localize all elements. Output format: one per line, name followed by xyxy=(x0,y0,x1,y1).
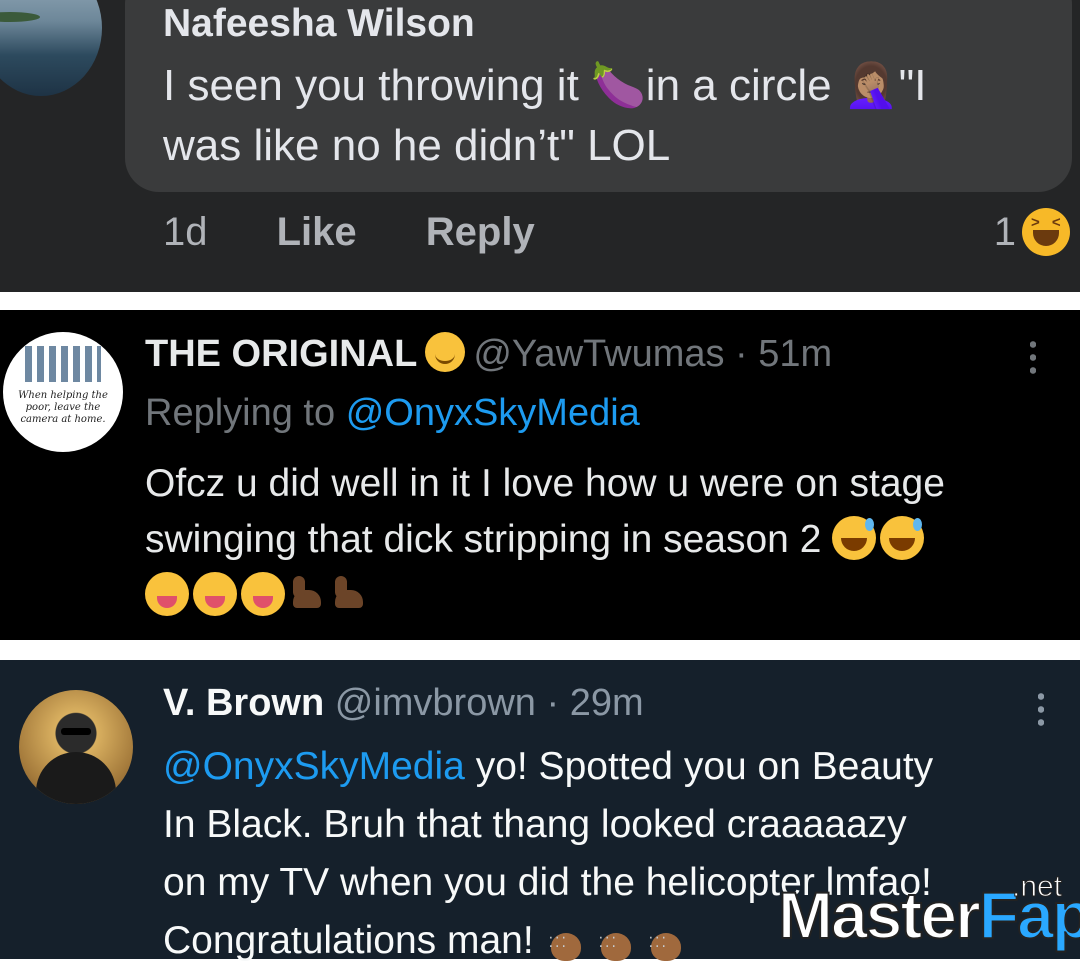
replying-to-handle[interactable]: @OnyxSkyMedia xyxy=(346,392,640,434)
tweet-text-line-1: yo! Spotted you on Beauty xyxy=(464,745,934,788)
comment-text: I seen you throwing it 🍆in a circle 🤦🏽‍♀… xyxy=(163,56,1043,176)
clapping-hands-icon xyxy=(595,913,635,971)
watermark-suffix: .net xyxy=(1011,870,1063,904)
replying-to: Replying to @OnyxSkyMedia xyxy=(145,392,640,435)
comment-time: 1d xyxy=(163,210,208,254)
comment-text-line-1: I seen you throwing it 🍆in a circle 🤦🏽‍♀… xyxy=(163,61,927,110)
commenter-avatar[interactable] xyxy=(0,0,102,96)
avatar-caption: When helping the poor, leave the camera … xyxy=(18,390,108,425)
tweet-header: V. Brown @imvbrown · 29m xyxy=(163,682,644,725)
handle[interactable]: @YawTwumas xyxy=(473,333,724,375)
tweet-header: THE ORIGINAL @YawTwumas · 51m xyxy=(145,332,832,376)
reaction-summary[interactable]: 1 xyxy=(994,208,1070,256)
v-brown-avatar[interactable] xyxy=(19,690,133,804)
tweet-text-line-1: Ofcz u did well in it I love how u were … xyxy=(145,462,945,505)
more-options-icon[interactable] xyxy=(1038,690,1044,728)
smiling-face-icon xyxy=(425,332,466,372)
comment-text-line-2: was like no he didn’t" LOL xyxy=(163,121,671,170)
tweet-time: · 29m xyxy=(546,682,644,724)
the-original-avatar[interactable]: When helping the poor, leave the camera … xyxy=(3,332,123,452)
yum-face-icon xyxy=(193,572,237,616)
like-button[interactable]: Like xyxy=(277,210,357,254)
reaction-count: 1 xyxy=(993,209,1016,254)
emoji-row xyxy=(145,568,1055,624)
tweet-text-line-2: swinging that dick stripping in season 2 xyxy=(145,518,822,561)
grinning-sweat-icon xyxy=(880,516,925,560)
handle[interactable]: @imvbrown xyxy=(335,682,536,724)
tweet-the-original: When helping the poor, leave the camera … xyxy=(0,310,1080,640)
yum-face-icon xyxy=(241,572,285,616)
tweet-text-line-4: Congratulations man! xyxy=(163,919,534,962)
display-name[interactable]: THE ORIGINAL xyxy=(145,333,417,375)
tweet-text-line-2: In Black. Bruh that thang looked craaaaa… xyxy=(163,803,907,846)
comment-author[interactable]: Nafeesha Wilson xyxy=(163,2,475,46)
yum-face-icon xyxy=(145,572,189,616)
clapping-hands-icon xyxy=(545,913,585,971)
reply-button[interactable]: Reply xyxy=(426,210,535,254)
grinning-sweat-icon xyxy=(832,516,877,560)
facebook-comment-panel: Nafeesha Wilson I seen you throwing it 🍆… xyxy=(0,0,1080,292)
tweet-text-line-2-row: swinging that dick stripping in season 2 xyxy=(145,512,1055,568)
display-name[interactable]: V. Brown xyxy=(163,682,324,724)
mention-link[interactable]: @OnyxSkyMedia xyxy=(163,745,465,788)
replying-to-label: Replying to xyxy=(145,392,336,434)
more-options-icon[interactable] xyxy=(1030,338,1036,376)
flexed-biceps-icon xyxy=(289,576,325,616)
comment-actions: 1d Like Reply xyxy=(163,210,593,255)
haha-reaction-icon xyxy=(1022,208,1070,256)
flexed-biceps-icon xyxy=(331,576,367,616)
tweet-time: · 51m xyxy=(735,333,833,375)
clapping-hands-icon xyxy=(645,913,685,971)
tweet-text: Ofcz u did well in it I love how u were … xyxy=(145,456,1055,624)
